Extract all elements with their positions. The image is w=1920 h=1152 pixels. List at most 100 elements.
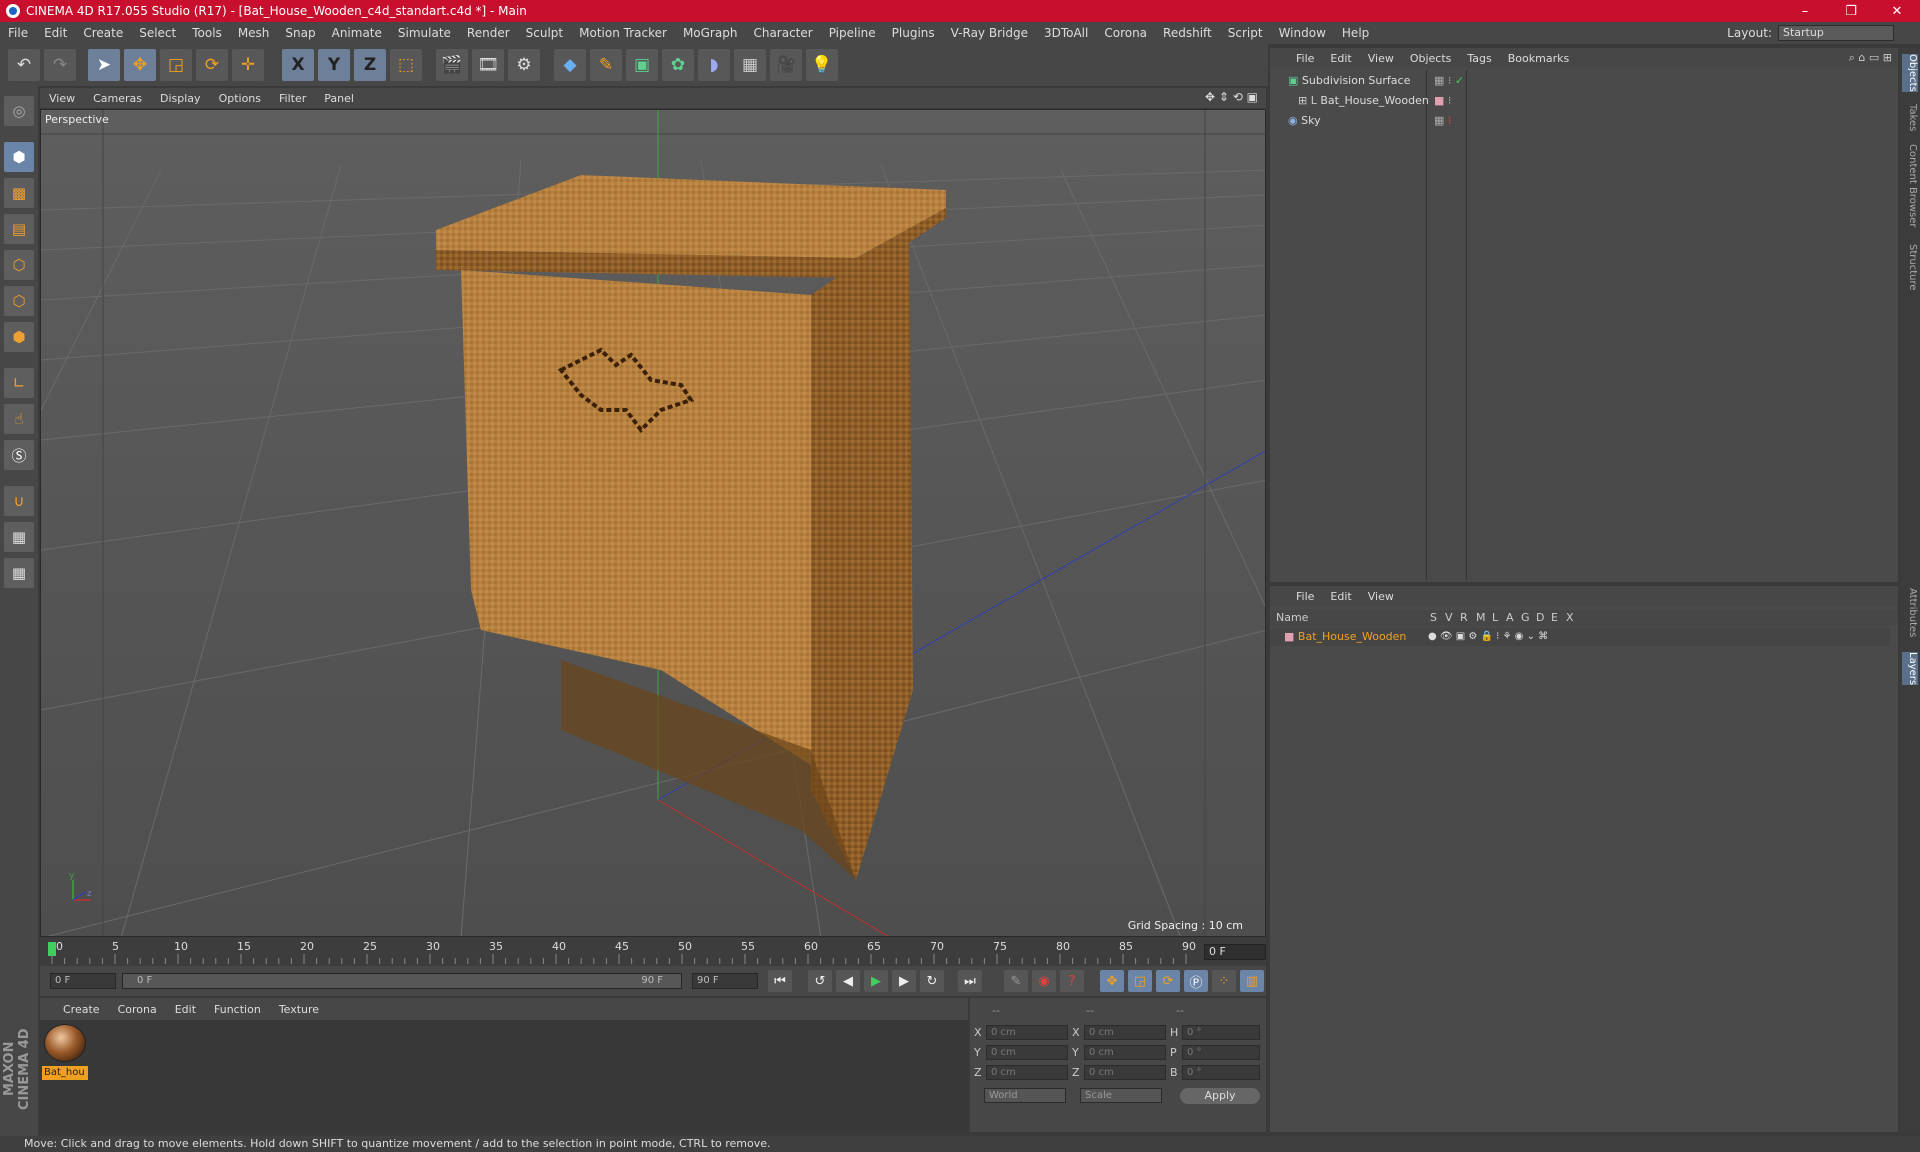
object-row[interactable]: ◉ Sky ▦ ⁝ (1274, 112, 1894, 130)
edges-mode-icon[interactable]: ⬡ (4, 286, 34, 316)
layer-color-swatch[interactable]: ■ (1284, 630, 1294, 643)
tab-objects[interactable]: Objects (1902, 54, 1918, 92)
light-icon[interactable]: 💡 (806, 49, 838, 81)
visibility-icon[interactable]: ▦ ⁝ (1434, 112, 1451, 130)
om-menu-tags[interactable]: Tags (1459, 52, 1499, 65)
magnet-icon[interactable]: ∪ (4, 486, 34, 516)
layer-color-icon[interactable]: ■ ⁝ (1434, 92, 1451, 110)
menu-pipeline[interactable]: Pipeline (821, 26, 884, 40)
mograph-cloner-icon[interactable]: ✿ (662, 49, 694, 81)
material-menu-create[interactable]: Create (54, 1003, 109, 1016)
polygons-mode-icon[interactable]: ⬢ (4, 322, 34, 352)
coord-size-z-field[interactable]: 0 cm (1084, 1065, 1166, 1080)
lm-menu-file[interactable]: File (1288, 590, 1322, 603)
viewport-menu-options[interactable]: Options (210, 92, 270, 105)
key-parameter-icon[interactable]: Ⓟ (1184, 970, 1208, 992)
move-icon[interactable]: ✥ (124, 49, 156, 81)
col-name[interactable]: Name (1276, 611, 1308, 624)
key-pla-icon[interactable]: ⁘ (1212, 970, 1236, 992)
rotate-icon[interactable]: ⟳ (196, 49, 228, 81)
tab-attributes[interactable]: Attributes (1902, 588, 1918, 637)
om-menu-view[interactable]: View (1360, 52, 1402, 65)
keyframe-selection-icon[interactable]: ? (1060, 970, 1084, 992)
menu-redshift[interactable]: Redshift (1155, 26, 1220, 40)
menu-mesh[interactable]: Mesh (230, 26, 278, 40)
autokey-icon[interactable]: ◉ (1032, 970, 1056, 992)
menu-sculpt[interactable]: Sculpt (518, 26, 571, 40)
coord-size-y-field[interactable]: 0 cm (1084, 1045, 1166, 1060)
key-position-icon[interactable]: ✥ (1100, 970, 1124, 992)
snap-s-icon[interactable]: Ⓢ (4, 440, 34, 470)
visibility-icon[interactable]: ▦ ⁝ ✓ (1434, 72, 1464, 90)
material-menu-edit[interactable]: Edit (166, 1003, 205, 1016)
col-expressions[interactable]: E (1551, 611, 1558, 624)
points-mode-icon[interactable]: ⬡ (4, 250, 34, 280)
om-menu-bookmarks[interactable]: Bookmarks (1500, 52, 1577, 65)
texture-mode-icon[interactable]: ▩ (4, 178, 34, 208)
menu-edit[interactable]: Edit (36, 26, 75, 40)
material-menu-function[interactable]: Function (205, 1003, 270, 1016)
edit-render-settings-icon[interactable]: ⚙ (508, 49, 540, 81)
menu-animate[interactable]: Animate (324, 26, 390, 40)
coord-pos-y-field[interactable]: 0 cm (986, 1045, 1068, 1060)
render-view-icon[interactable]: 🎬 (436, 49, 468, 81)
menu-render[interactable]: Render (459, 26, 518, 40)
material-preview-icon[interactable] (44, 1024, 86, 1062)
menu-corona[interactable]: Corona (1096, 26, 1155, 40)
col-solo[interactable]: S (1430, 611, 1437, 624)
record-keys-icon[interactable]: ✎ (1004, 970, 1028, 992)
next-key-icon[interactable]: ↻ (920, 970, 944, 992)
om-menu-file[interactable]: File (1288, 52, 1322, 65)
perspective-viewport[interactable]: Perspective y z Grid Spacing: 10 cm (40, 109, 1266, 937)
lm-menu-edit[interactable]: Edit (1322, 590, 1359, 603)
menu-vray-bridge[interactable]: V-Ray Bridge (943, 26, 1036, 40)
pen-spline-icon[interactable]: ✎ (590, 49, 622, 81)
material-name[interactable]: Bat_hou (42, 1066, 88, 1080)
key-rotation-icon[interactable]: ⟳ (1156, 970, 1180, 992)
material-menu-texture[interactable]: Texture (270, 1003, 328, 1016)
viewport-menu-display[interactable]: Display (151, 92, 210, 105)
menu-select[interactable]: Select (131, 26, 184, 40)
maximize-button[interactable]: ❐ (1828, 0, 1874, 22)
col-animation[interactable]: A (1506, 611, 1514, 624)
y-axis-icon[interactable]: Y (318, 49, 350, 81)
viewport-menu-panel[interactable]: Panel (315, 92, 363, 105)
coord-rot-b-field[interactable]: 0 ° (1182, 1065, 1260, 1080)
layout-select[interactable]: Startup (1778, 25, 1894, 41)
apply-button[interactable]: Apply (1180, 1088, 1260, 1104)
coord-pos-z-field[interactable]: 0 cm (986, 1065, 1068, 1080)
material-menu-corona[interactable]: Corona (109, 1003, 166, 1016)
minimize-button[interactable]: – (1782, 0, 1828, 22)
col-view[interactable]: V (1445, 611, 1453, 624)
col-xref[interactable]: X (1566, 611, 1574, 624)
world-coords-icon[interactable]: ⬚ (390, 49, 422, 81)
menu-3dtoall[interactable]: 3DToAll (1036, 26, 1096, 40)
floor-icon[interactable]: ▦ (734, 49, 766, 81)
col-locked[interactable]: L (1492, 611, 1498, 624)
next-frame-icon[interactable]: ▶ (892, 970, 916, 992)
om-menu-edit[interactable]: Edit (1322, 52, 1359, 65)
frame-range-slider[interactable]: 0 F 90 F (122, 973, 682, 989)
om-menu-objects[interactable]: Objects (1402, 52, 1460, 65)
col-render[interactable]: R (1460, 611, 1468, 624)
deformer-icon[interactable]: ◗ (698, 49, 730, 81)
object-row[interactable]: ⊞ Ⅼ Bat_House_Wooden ■ ⁝ (1274, 92, 1894, 110)
last-tool-icon[interactable]: ✛ (232, 49, 264, 81)
menu-simulate[interactable]: Simulate (390, 26, 459, 40)
viewport-nav-icons[interactable]: ✥ ⇕ ⟲ ▣ (1205, 90, 1258, 104)
cube-primitive-icon[interactable]: ◆ (554, 49, 586, 81)
x-axis-icon[interactable]: X (282, 49, 314, 81)
undo-icon[interactable]: ↶ (8, 49, 40, 81)
coord-size-select[interactable]: Scale (1080, 1088, 1162, 1103)
axis-mode-icon[interactable]: ∟ (4, 368, 34, 398)
coord-rot-h-field[interactable]: 0 ° (1182, 1025, 1260, 1040)
menu-plugins[interactable]: Plugins (884, 26, 943, 40)
camera-icon[interactable]: 🎥 (770, 49, 802, 81)
go-to-end-icon[interactable]: ⏭ (958, 970, 982, 992)
coord-rot-p-field[interactable]: 0 ° (1182, 1045, 1260, 1060)
tweak-mode-icon[interactable]: ☝ (4, 404, 34, 434)
scale-icon[interactable]: ◲ (160, 49, 192, 81)
menu-file[interactable]: File (0, 26, 36, 40)
previous-frame-icon[interactable]: ◀ (836, 970, 860, 992)
render-picture-viewer-icon[interactable]: 🎞 (472, 49, 504, 81)
